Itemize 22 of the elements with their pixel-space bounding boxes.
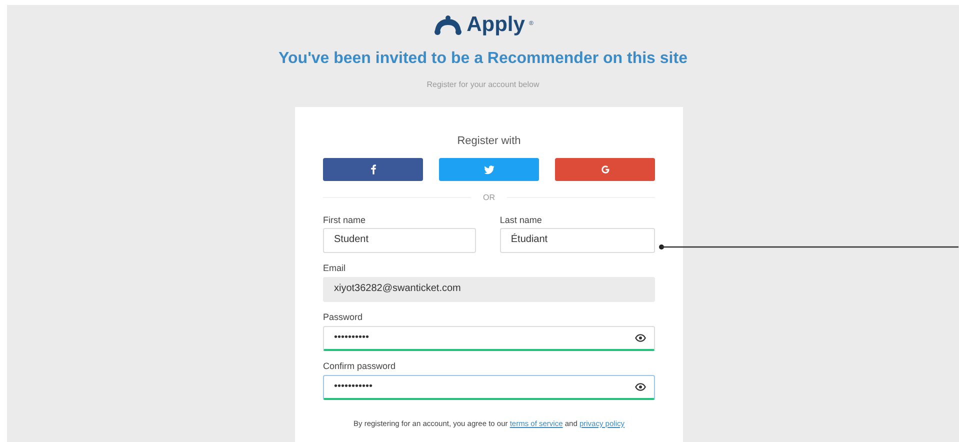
page-subheading: Register for your account below: [426, 79, 540, 91]
bird-icon: [482, 162, 496, 176]
input-field[interactable]: Student: [323, 228, 476, 254]
eye-icon[interactable]: [635, 334, 646, 342]
field-label: Last name: [500, 214, 543, 226]
google-button[interactable]: [555, 158, 655, 180]
input-field[interactable]: Étudiant: [500, 228, 655, 254]
password-field[interactable]: •••••••••••: [323, 374, 655, 400]
logo-icon: [432, 14, 463, 34]
divider-label: OR: [483, 192, 495, 204]
letter-g-icon: [598, 162, 612, 176]
logo-text: Apply: [466, 14, 525, 35]
twitter-button[interactable]: [439, 158, 539, 180]
field-label: Email: [323, 263, 347, 274]
facebook-button[interactable]: [323, 158, 423, 180]
page-heading: You've been invited to be a Recommender on this site: [278, 49, 688, 69]
field-label: Password: [323, 312, 364, 323]
password-field[interactable]: ••••••••••: [323, 326, 655, 351]
register-with-label: Register with: [456, 134, 522, 149]
eye-icon[interactable]: [635, 382, 646, 391]
field-label: Confirm password: [323, 360, 397, 372]
field-label: First name: [323, 214, 367, 226]
